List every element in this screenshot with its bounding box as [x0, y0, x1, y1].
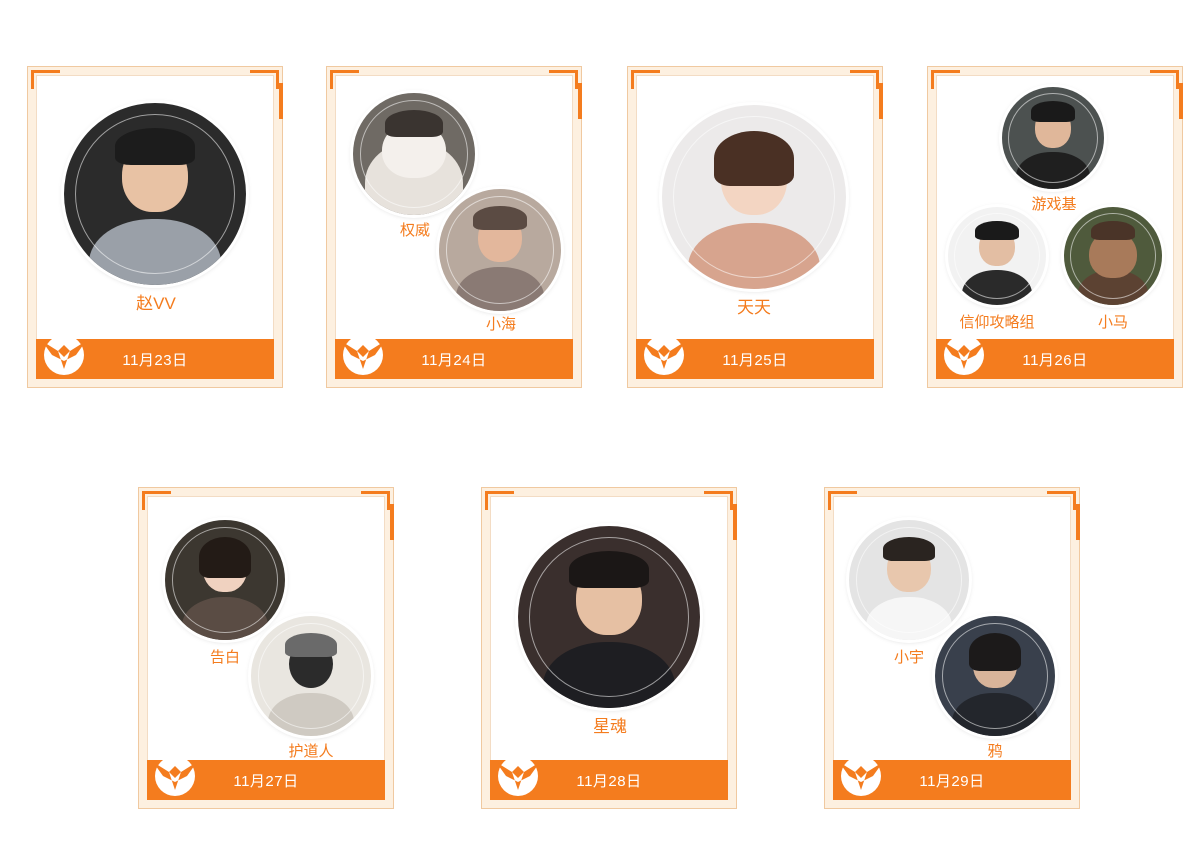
guest-name: 星魂 [593, 717, 627, 736]
guest-avatar [935, 616, 1055, 736]
guest-card: 权威 小海 11月24日 [326, 66, 582, 388]
guest-avatar [1002, 87, 1104, 189]
frame-corner [549, 70, 578, 89]
frame-edge [279, 83, 283, 119]
phoenix-emblem-icon [642, 335, 686, 375]
guest-avatar [948, 207, 1046, 305]
frame-corner [1150, 70, 1179, 89]
guest-name: 权威 [399, 222, 431, 239]
frame-corner [361, 491, 390, 510]
guest-name: 小海 [485, 316, 517, 333]
guest-name: 游戏基 [1031, 196, 1077, 213]
guest-avatar [64, 103, 246, 285]
guest-name: 小宇 [893, 649, 925, 666]
guest-name: 护道人 [288, 743, 334, 760]
guest-name: 赵VV [136, 294, 176, 313]
guest-card: 告白 护道人 11月27日 [138, 487, 394, 809]
guest-name: 鸦 [987, 743, 1003, 760]
frame-edge [390, 504, 394, 540]
guest-avatar [518, 526, 700, 708]
frame-corner [142, 491, 171, 510]
phoenix-emblem-icon [153, 756, 197, 796]
guest-name: 小马 [1097, 314, 1129, 331]
frame-edge [578, 83, 582, 119]
guest-avatar [353, 93, 475, 215]
frame-edge [879, 83, 883, 119]
phoenix-emblem-icon [496, 756, 540, 796]
frame-edge [1076, 504, 1080, 540]
guest-card: 游戏基 信仰攻略组 小马 11月26日 [927, 66, 1183, 388]
frame-corner [250, 70, 279, 89]
guest-card: 星魂 11月28日 [481, 487, 737, 809]
guest-avatar [165, 520, 285, 640]
frame-edge [1179, 83, 1183, 119]
guest-card: 天天 11月25日 [627, 66, 883, 388]
guest-name: 天天 [737, 298, 771, 317]
phoenix-emblem-icon [839, 756, 883, 796]
frame-corner [1047, 491, 1076, 510]
guest-avatar [439, 189, 561, 311]
frame-corner [31, 70, 60, 89]
frame-edge [733, 504, 737, 540]
guest-card: 赵VV 11月23日 [27, 66, 283, 388]
phoenix-emblem-icon [341, 335, 385, 375]
frame-corner [931, 70, 960, 89]
guest-card: 小宇 鸦 11月29日 [824, 487, 1080, 809]
frame-corner [485, 491, 514, 510]
frame-corner [631, 70, 660, 89]
guest-name: 告白 [209, 649, 241, 666]
frame-corner [850, 70, 879, 89]
frame-corner [828, 491, 857, 510]
guest-avatar [1064, 207, 1162, 305]
frame-corner [704, 491, 733, 510]
guest-avatar [662, 105, 846, 289]
guest-avatar [849, 520, 969, 640]
phoenix-emblem-icon [942, 335, 986, 375]
frame-corner [330, 70, 359, 89]
guest-avatar [251, 616, 371, 736]
phoenix-emblem-icon [42, 335, 86, 375]
